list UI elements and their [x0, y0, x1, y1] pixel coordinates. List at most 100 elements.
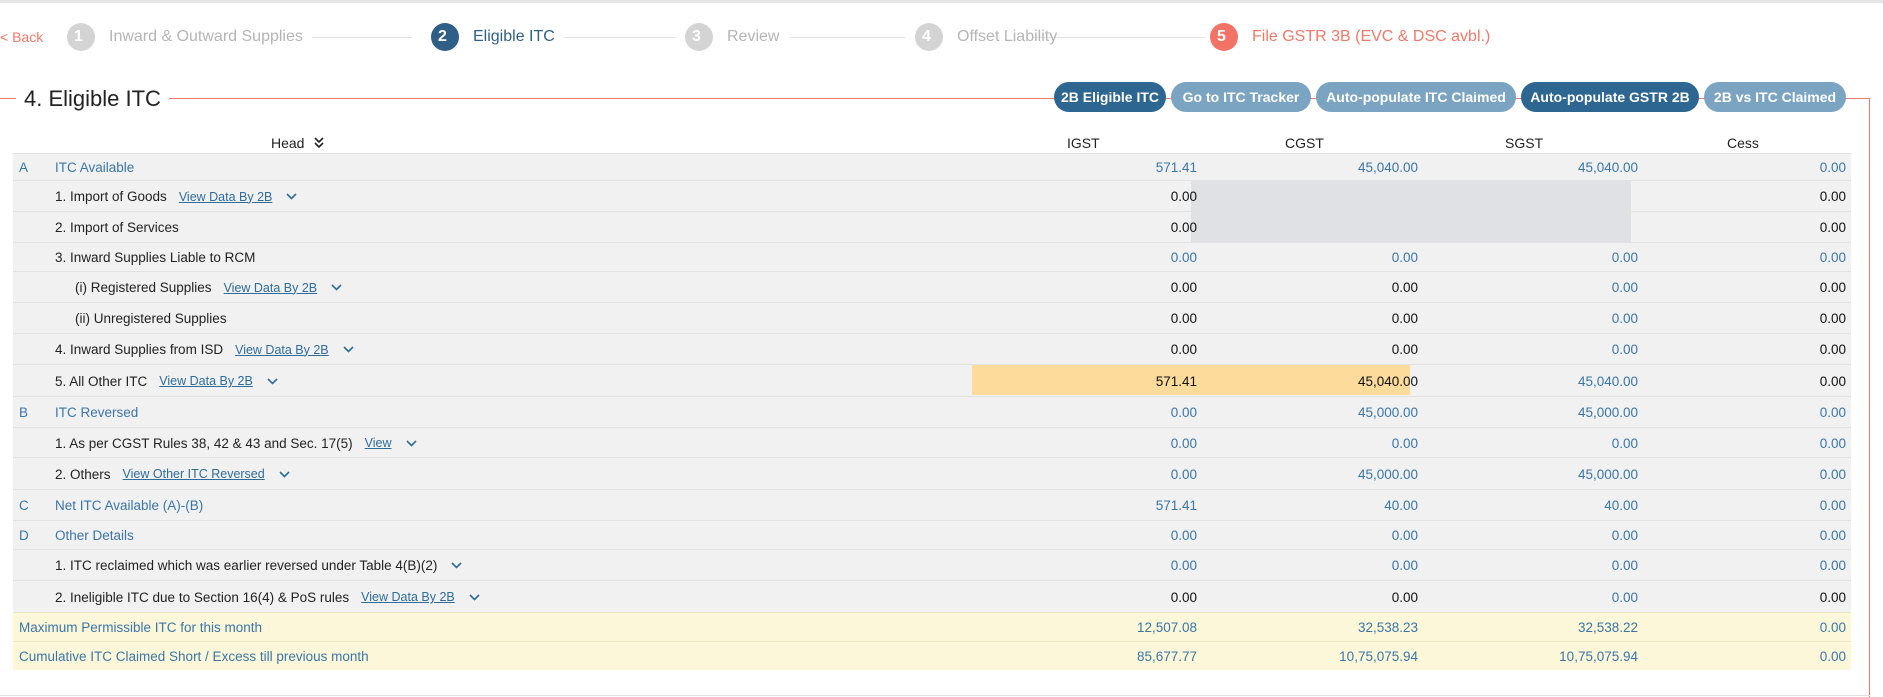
step-file-gstr3b[interactable]: 5 File GSTR 3B (EVC & DSC avbl.): [1210, 18, 1490, 56]
step-connector: [312, 37, 412, 38]
sgst-value: 0.00: [1611, 589, 1638, 605]
cess-value: 0.00: [1819, 220, 1846, 235]
row-head: 5. All Other ITC View Data By 2B: [55, 365, 278, 397]
head-column-header[interactable]: Head: [271, 135, 325, 151]
row-head: Cumulative ITC Claimed Short / Excess ti…: [19, 642, 369, 671]
step-label: Offset Liability: [957, 28, 1058, 45]
cgst-header: CGST: [1285, 135, 1324, 151]
auto-populate-itc-claimed-button[interactable]: Auto-populate ITC Claimed: [1316, 82, 1516, 112]
table-row: A ITC Available 571.41 45,040.00 45,040.00 0.…: [13, 153, 1851, 180]
row-head: 2. Ineligible ITC due to Section 16(4) &…: [55, 581, 480, 613]
chevron-down-icon[interactable]: [279, 470, 290, 478]
cgst-value: 0.00: [1391, 589, 1418, 605]
view-data-link[interactable]: View Data By 2B: [159, 374, 253, 388]
cgst-value: 0.00: [1391, 342, 1418, 357]
chevron-down-icon[interactable]: [343, 346, 354, 353]
step-connector: [565, 37, 675, 38]
view-data-link[interactable]: View Data By 2B: [179, 190, 273, 204]
sgst-value: 0.00: [1611, 435, 1638, 451]
igst-value: 0.00: [1170, 220, 1197, 235]
table-row: 4. Inward Supplies from ISD View Data By …: [13, 333, 1851, 364]
chevron-down-icon[interactable]: [451, 562, 462, 569]
step-eligible-itc[interactable]: 2 Eligible ITC: [431, 18, 555, 56]
cess-value: 0.00: [1819, 160, 1846, 175]
back-link[interactable]: < Back: [0, 29, 43, 45]
step-inward-outward[interactable]: 1 Inward & Outward Supplies: [67, 18, 303, 56]
view-data-link[interactable]: View Data By 2B: [361, 590, 455, 604]
row-head: Maximum Permissible ITC for this month: [19, 613, 262, 642]
step-number: 2: [431, 23, 459, 51]
row-head: 2. Others View Other ITC Reversed: [55, 458, 290, 490]
view-data-link[interactable]: View Data By 2B: [235, 343, 329, 357]
cgst-value: 0.00: [1391, 435, 1418, 451]
row-head: ITC Available: [55, 154, 134, 181]
table-row: Maximum Permissible ITC for this month 12…: [13, 612, 1851, 641]
cess-value: 0.00: [1819, 558, 1846, 573]
cess-value: 0.00: [1819, 250, 1846, 265]
row-head: Other Details: [55, 521, 134, 550]
cess-header: Cess: [1727, 135, 1759, 151]
2b-eligible-itc-button[interactable]: 2B Eligible ITC: [1054, 82, 1166, 112]
table-row: (ii) Unregistered Supplies 0.00 0.00 0.00 0.…: [13, 302, 1851, 333]
igst-header: IGST: [1067, 135, 1100, 151]
cess-value: 0.00: [1819, 649, 1846, 664]
row-label: ITC Reversed: [55, 405, 139, 420]
chevron-down-icon[interactable]: [331, 284, 342, 291]
step-label: Inward & Outward Supplies: [109, 28, 303, 45]
auto-populate-gstr2b-button[interactable]: Auto-populate GSTR 2B: [1521, 82, 1699, 112]
cgst-value: 0.00: [1391, 250, 1418, 265]
table-row: 3. Inward Supplies Liable to RCM 0.00 0.00…: [13, 242, 1851, 271]
itc-tracker-button[interactable]: Go to ITC Tracker: [1171, 82, 1311, 112]
chevron-down-icon[interactable]: [469, 593, 480, 601]
igst-value: 0.00: [1170, 311, 1197, 326]
view-data-link[interactable]: View Other ITC Reversed: [123, 467, 265, 481]
sgst-value: 0.00: [1611, 342, 1638, 357]
stepper: < Back 1 Inward & Outward Supplies 2 Eli…: [0, 18, 1883, 56]
chevron-down-icon[interactable]: [267, 377, 278, 385]
step-number: 4: [915, 23, 943, 51]
row-label: (i) Registered Supplies: [75, 280, 212, 295]
chevron-down-icon[interactable]: [286, 193, 297, 200]
2b-vs-itc-claimed-button[interactable]: 2B vs ITC Claimed: [1704, 82, 1846, 112]
cgst-value: 45,040.00: [1357, 160, 1418, 175]
igst-value: 0.00: [1170, 589, 1197, 605]
row-letter: A: [19, 160, 29, 175]
view-data-link[interactable]: View: [365, 436, 392, 450]
chevron-down-icon[interactable]: [405, 439, 417, 447]
step-label: Review: [727, 28, 780, 45]
table-row: 5. All Other ITC View Data By 2B 571.41 45,…: [13, 364, 1851, 396]
step-number: 5: [1210, 23, 1238, 51]
igst-value: 571.41: [1155, 498, 1197, 513]
cess-value: 0.00: [1819, 620, 1846, 635]
sgst-value: 0.00: [1611, 311, 1638, 326]
cess-value: 0.00: [1819, 373, 1846, 389]
step-offset-liability[interactable]: 4 Offset Liability: [915, 18, 1057, 56]
table-row: Cumulative ITC Claimed Short / Excess ti…: [13, 641, 1851, 670]
cgst-value: 40.00: [1384, 498, 1418, 513]
step-label: Eligible ITC: [473, 28, 555, 45]
sgst-value: 45,000.00: [1577, 466, 1638, 482]
view-data-link[interactable]: View Data By 2B: [224, 281, 318, 295]
row-label: 2. Others: [55, 466, 111, 482]
cgst-value: 45,000.00: [1357, 405, 1418, 420]
sort-down-icon[interactable]: [314, 137, 325, 149]
table-row: 2. Others View Other ITC Reversed 0.00 45,0…: [13, 457, 1851, 489]
cess-value: 0.00: [1819, 342, 1846, 357]
igst-value: 571.41: [1155, 373, 1197, 389]
sgst-value: 0.00: [1611, 558, 1638, 573]
row-label: 1. Import of Goods: [55, 189, 167, 204]
row-letter: B: [19, 405, 29, 420]
sgst-value: 45,040.00: [1577, 160, 1638, 175]
row-label: Other Details: [55, 528, 134, 543]
cess-value: 0.00: [1819, 589, 1846, 605]
row-head: 2. Import of Services: [55, 212, 179, 243]
step-number: 1: [67, 23, 95, 51]
row-head: Net ITC Available (A)-(B): [55, 490, 203, 521]
row-label: ITC Available: [55, 160, 135, 175]
section-title: 4. Eligible ITC: [16, 86, 169, 112]
step-review[interactable]: 3 Review: [685, 18, 779, 56]
table-row: C Net ITC Available (A)-(B) 571.41 40.00 40.…: [13, 489, 1851, 520]
igst-value: 0.00: [1170, 466, 1197, 482]
row-head: 4. Inward Supplies from ISD View Data By …: [55, 334, 354, 365]
step-number: 3: [685, 23, 713, 51]
